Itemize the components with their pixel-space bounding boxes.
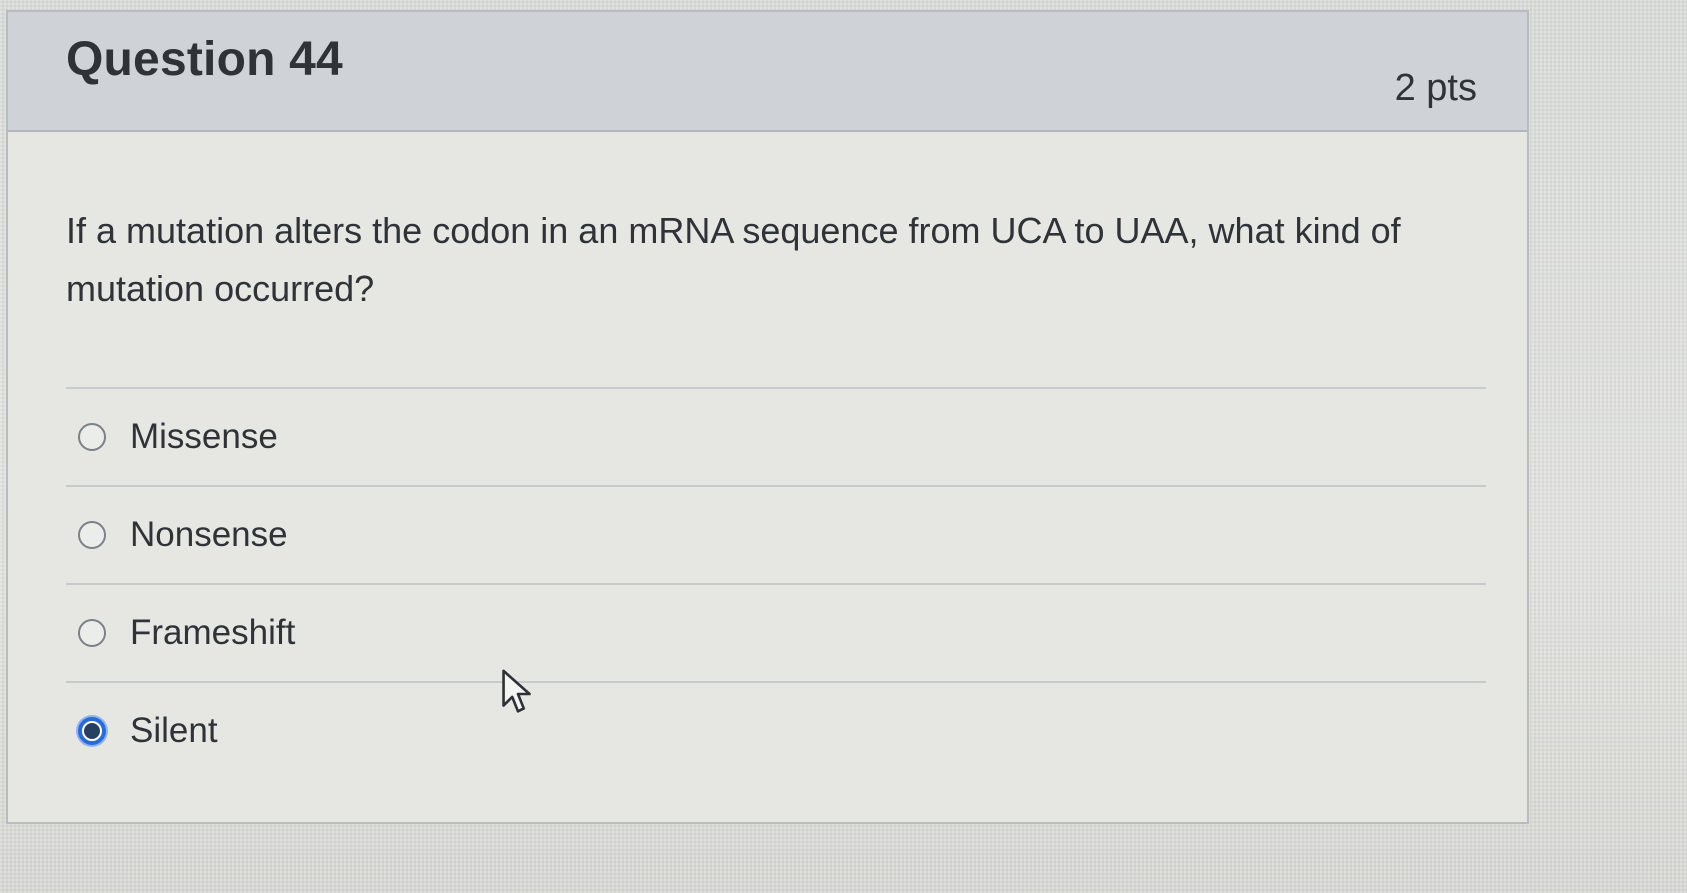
arrow-cursor-icon — [502, 669, 531, 713]
answer-option-missense[interactable]: Missense — [66, 387, 1486, 485]
answer-label-missense[interactable]: Missense — [130, 417, 278, 457]
answer-option-nonsense[interactable]: Nonsense — [66, 485, 1486, 583]
radio-button-missense[interactable] — [78, 423, 106, 451]
question-text: If a mutation alters the codon in an mRN… — [66, 210, 1401, 309]
answer-label-silent[interactable]: Silent — [130, 711, 218, 751]
answer-option-frameshift[interactable]: Frameshift — [66, 583, 1486, 681]
radio-button-nonsense[interactable] — [78, 521, 106, 549]
radio-button-frameshift[interactable] — [78, 619, 106, 647]
answer-list: Missense Nonsense Frameshift Silent — [66, 387, 1486, 779]
question-card: Question 44 2 pts If a mutation alters t… — [6, 10, 1529, 824]
radio-button-silent[interactable] — [78, 717, 106, 745]
answer-label-nonsense[interactable]: Nonsense — [130, 515, 288, 555]
question-title: Question 44 — [66, 33, 343, 86]
answer-label-frameshift[interactable]: Frameshift — [130, 613, 295, 653]
question-points: 2 pts — [1394, 67, 1477, 109]
answer-option-silent[interactable]: Silent — [66, 681, 1486, 779]
question-header: Question 44 2 pts — [8, 12, 1527, 132]
radio-selected-dot — [84, 723, 100, 739]
